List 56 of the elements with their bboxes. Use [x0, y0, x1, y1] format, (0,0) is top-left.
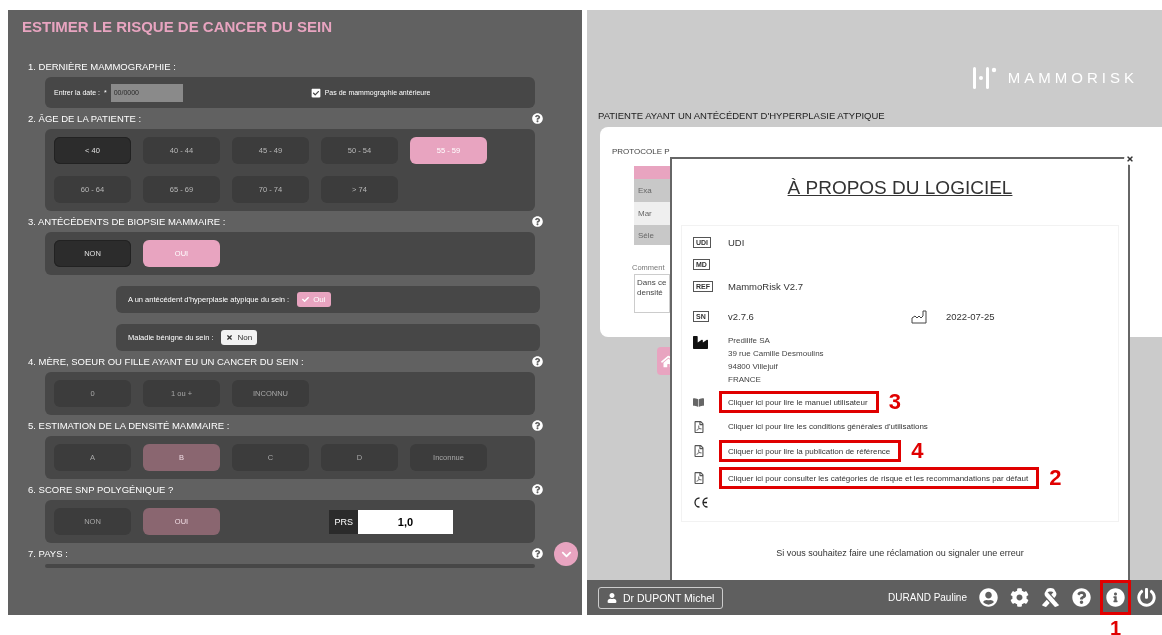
doctor-button[interactable]: Dr DUPONT Michel	[598, 586, 724, 609]
manufacturer-address: Predilife SA 39 rue Camille Desmoulins 94800 Villejuif FRANCE	[728, 335, 824, 386]
protocol-label: PROTOCOLE P	[612, 147, 670, 156]
info-icon	[1106, 588, 1125, 607]
table-cell: Mar	[634, 202, 670, 225]
comment-field: Dans ce densité	[634, 274, 670, 313]
cross-icon	[226, 334, 234, 341]
table-cell: Séle	[634, 225, 670, 245]
table-header	[634, 166, 670, 179]
pdf-file-icon	[693, 445, 705, 457]
report-text: Si vous souhaitez faire une réclamation ou signaler une erreur	[776, 548, 1024, 558]
info-text: MammoRisk V2.7	[728, 280, 803, 294]
section-label: 1. DERNIÈRE MAMMOGRAPHIE :	[28, 61, 176, 72]
scroll-down-button[interactable]	[554, 542, 578, 566]
document-link[interactable]: Cliquer ici pour lire les conditions générales d'utilisations	[728, 422, 928, 431]
section-label: 7. PAYS :	[28, 548, 68, 559]
document-link[interactable]: Cliquer ici pour consulter les catégories de risque et les recommandations par défaut	[728, 473, 1029, 483]
check-icon	[302, 296, 310, 303]
logo-icon	[971, 64, 998, 91]
callout-number: 2	[1049, 467, 1062, 489]
close-icon	[1126, 155, 1134, 163]
patient-name: DURAND Pauline	[888, 592, 967, 603]
info-text: UDI	[728, 236, 745, 250]
section-label: 5. ESTIMATION DE LA DENSITÉ MAMMAIRE :	[28, 420, 230, 431]
power-icon	[1137, 588, 1156, 607]
callout-number: 4	[911, 440, 924, 462]
document-link[interactable]: Cliquer ici pour lire la publication de référence	[728, 446, 891, 456]
page-title: ESTIMER LE RISQUE DE CANCER DU SEIN	[21, 17, 334, 37]
date-text: 2022-07-25	[946, 310, 995, 324]
settings-icon	[1010, 588, 1029, 607]
section-label: 3. ANTÉCÉDENTS DE BIOPSIE MAMMAIRE :	[28, 216, 226, 227]
dialog-title: À PROPOS DU LOGICIEL	[787, 177, 1013, 200]
help-icon[interactable]	[532, 113, 543, 124]
help-icon[interactable]	[532, 548, 543, 559]
section-label: 6. SCORE SNP POLYGÉNIQUE ?	[28, 484, 174, 495]
help-icon	[1072, 588, 1091, 607]
book-icon	[693, 396, 704, 408]
ce-mark-icon	[693, 497, 709, 508]
version-text: v2.7.6	[728, 310, 755, 324]
factory-icon	[911, 309, 929, 324]
prs-label: PRS	[329, 509, 358, 534]
section-label: 2. ÂGE DE LA PATIENTE :	[28, 113, 142, 124]
checked-checkbox[interactable]	[310, 87, 321, 98]
pdf-file-icon	[693, 420, 705, 433]
answer-toggle[interactable]: Non	[221, 330, 258, 345]
help-icon[interactable]	[532, 216, 543, 227]
table-cell: Exa	[634, 179, 670, 202]
ribbon-icon	[1041, 588, 1060, 607]
section-label: 4. MÈRE, SOEUR OU FILLE AYANT EU UN CANCER DU SEIN :	[28, 356, 304, 367]
callout-number: 1	[1109, 618, 1122, 635]
pdf-file-icon	[693, 472, 705, 484]
document-link[interactable]: Cliquer ici pour lire le manuel utilisateur	[728, 397, 868, 407]
result-title: PATIENTE AYANT UN ANTÉCÉDENT D'HYPERPLASIE ATYPIQUE	[598, 110, 886, 123]
user-icon	[607, 592, 617, 603]
factory-icon	[693, 335, 708, 350]
callout-number: 3	[888, 391, 901, 413]
